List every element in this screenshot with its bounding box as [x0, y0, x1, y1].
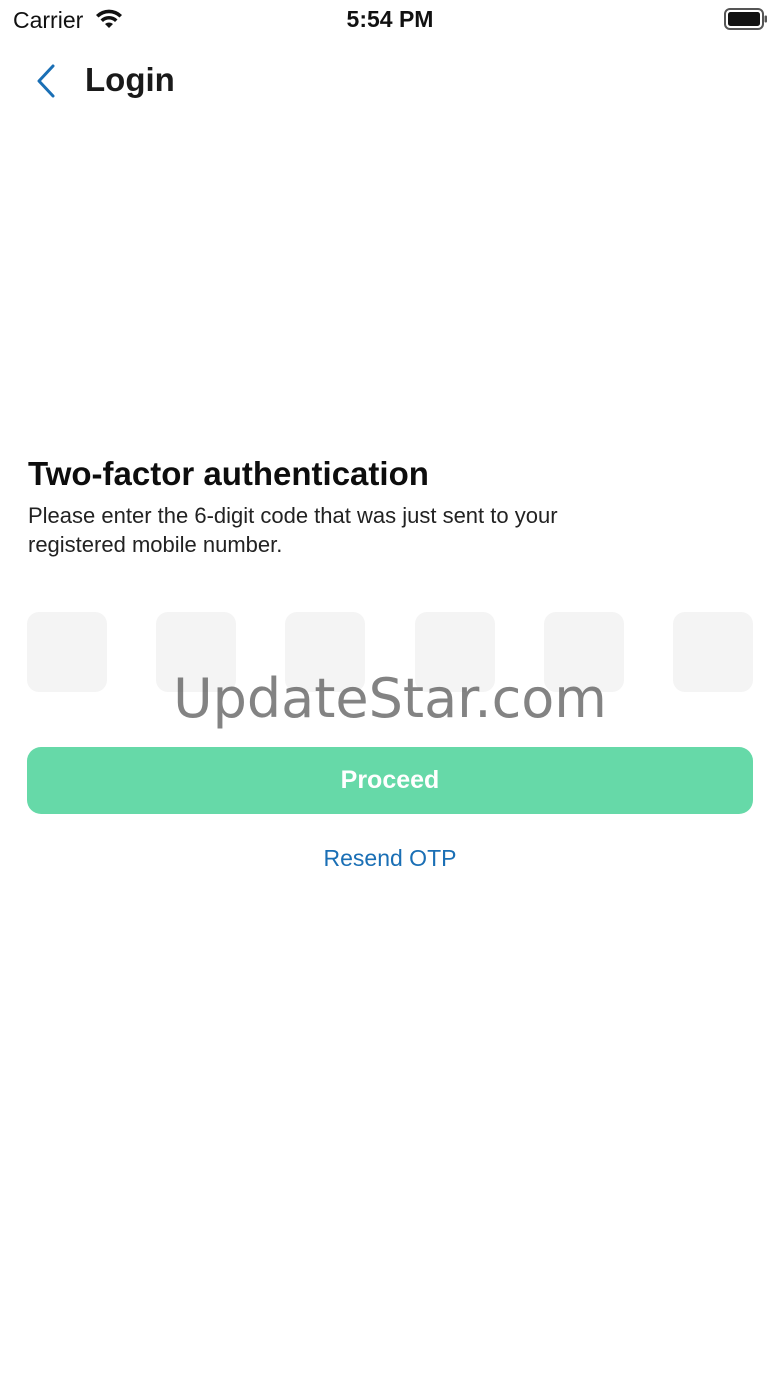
back-button[interactable]	[26, 58, 66, 104]
otp-digit-5[interactable]	[543, 612, 624, 692]
otp-digit-4[interactable]	[414, 612, 495, 692]
resend-otp-link[interactable]: Resend OTP	[0, 845, 780, 872]
otp-digit-1[interactable]	[27, 612, 107, 692]
status-bar: Carrier 5:54 PM	[0, 0, 780, 40]
status-time: 5:54 PM	[346, 6, 434, 32]
nav-title: Login	[85, 61, 175, 98]
page-subtitle: Please enter the 6-digit code that was j…	[28, 503, 558, 557]
nav-bar: Login	[0, 50, 780, 112]
otp-digit-6[interactable]	[672, 612, 753, 692]
two-factor-screen: Carrier 5:54 PM Login Two-factor authent…	[0, 0, 780, 1387]
otp-input-row	[27, 612, 753, 692]
otp-digit-2[interactable]	[156, 612, 237, 692]
page-title: Two-factor authentication	[28, 455, 429, 492]
otp-digit-3[interactable]	[285, 612, 366, 692]
battery-icon	[724, 8, 767, 30]
chevron-left-icon	[37, 64, 55, 98]
proceed-button[interactable]: Proceed	[27, 747, 753, 814]
